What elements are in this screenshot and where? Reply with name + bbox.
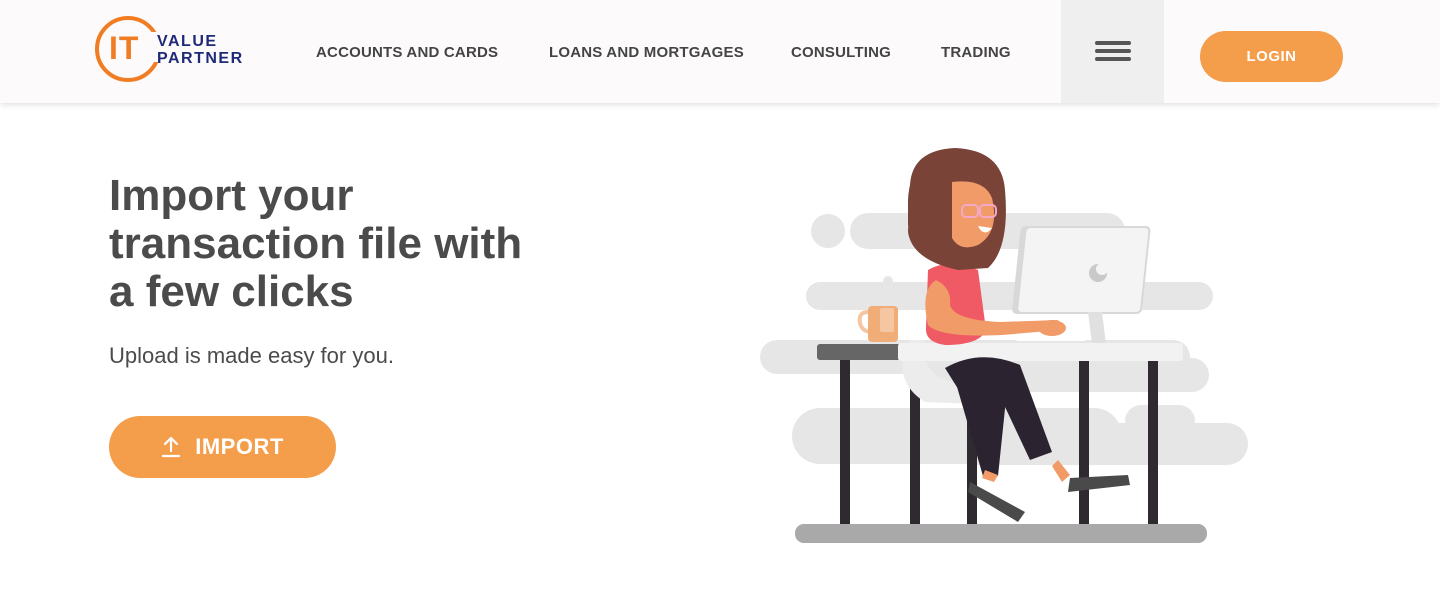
import-button-label: IMPORT xyxy=(195,434,284,459)
import-button[interactable]: IMPORT xyxy=(109,416,336,478)
hero-title-line: transaction file with xyxy=(109,219,523,268)
background-clouds xyxy=(760,213,1248,465)
main-nav: ACCOUNTS AND CARDS LOANS AND MORTGAGES C… xyxy=(0,44,1060,66)
upload-icon xyxy=(162,436,181,458)
nav-item-loans-and-mortgages[interactable]: LOANS AND MORTGAGES xyxy=(549,44,744,61)
hero-subtitle: Upload is made easy for you. xyxy=(109,343,394,368)
nav-item-trading[interactable]: TRADING xyxy=(941,44,1011,61)
site-header: IT VALUE PARTNER ACCOUNTS AND CARDS LOAN… xyxy=(0,0,1440,103)
hero-title-line: a few clicks xyxy=(109,267,354,316)
nav-item-accounts-and-cards[interactable]: ACCOUNTS AND CARDS xyxy=(316,44,498,61)
nav-item-consulting[interactable]: CONSULTING xyxy=(791,44,891,61)
menu-button[interactable] xyxy=(1061,0,1164,103)
login-button[interactable]: LOGIN xyxy=(1200,31,1343,82)
woman-at-computer-illustration xyxy=(760,148,1248,543)
hero-title: Import your transaction file with a few … xyxy=(109,172,579,316)
hero-title-line: Import your xyxy=(109,171,354,220)
